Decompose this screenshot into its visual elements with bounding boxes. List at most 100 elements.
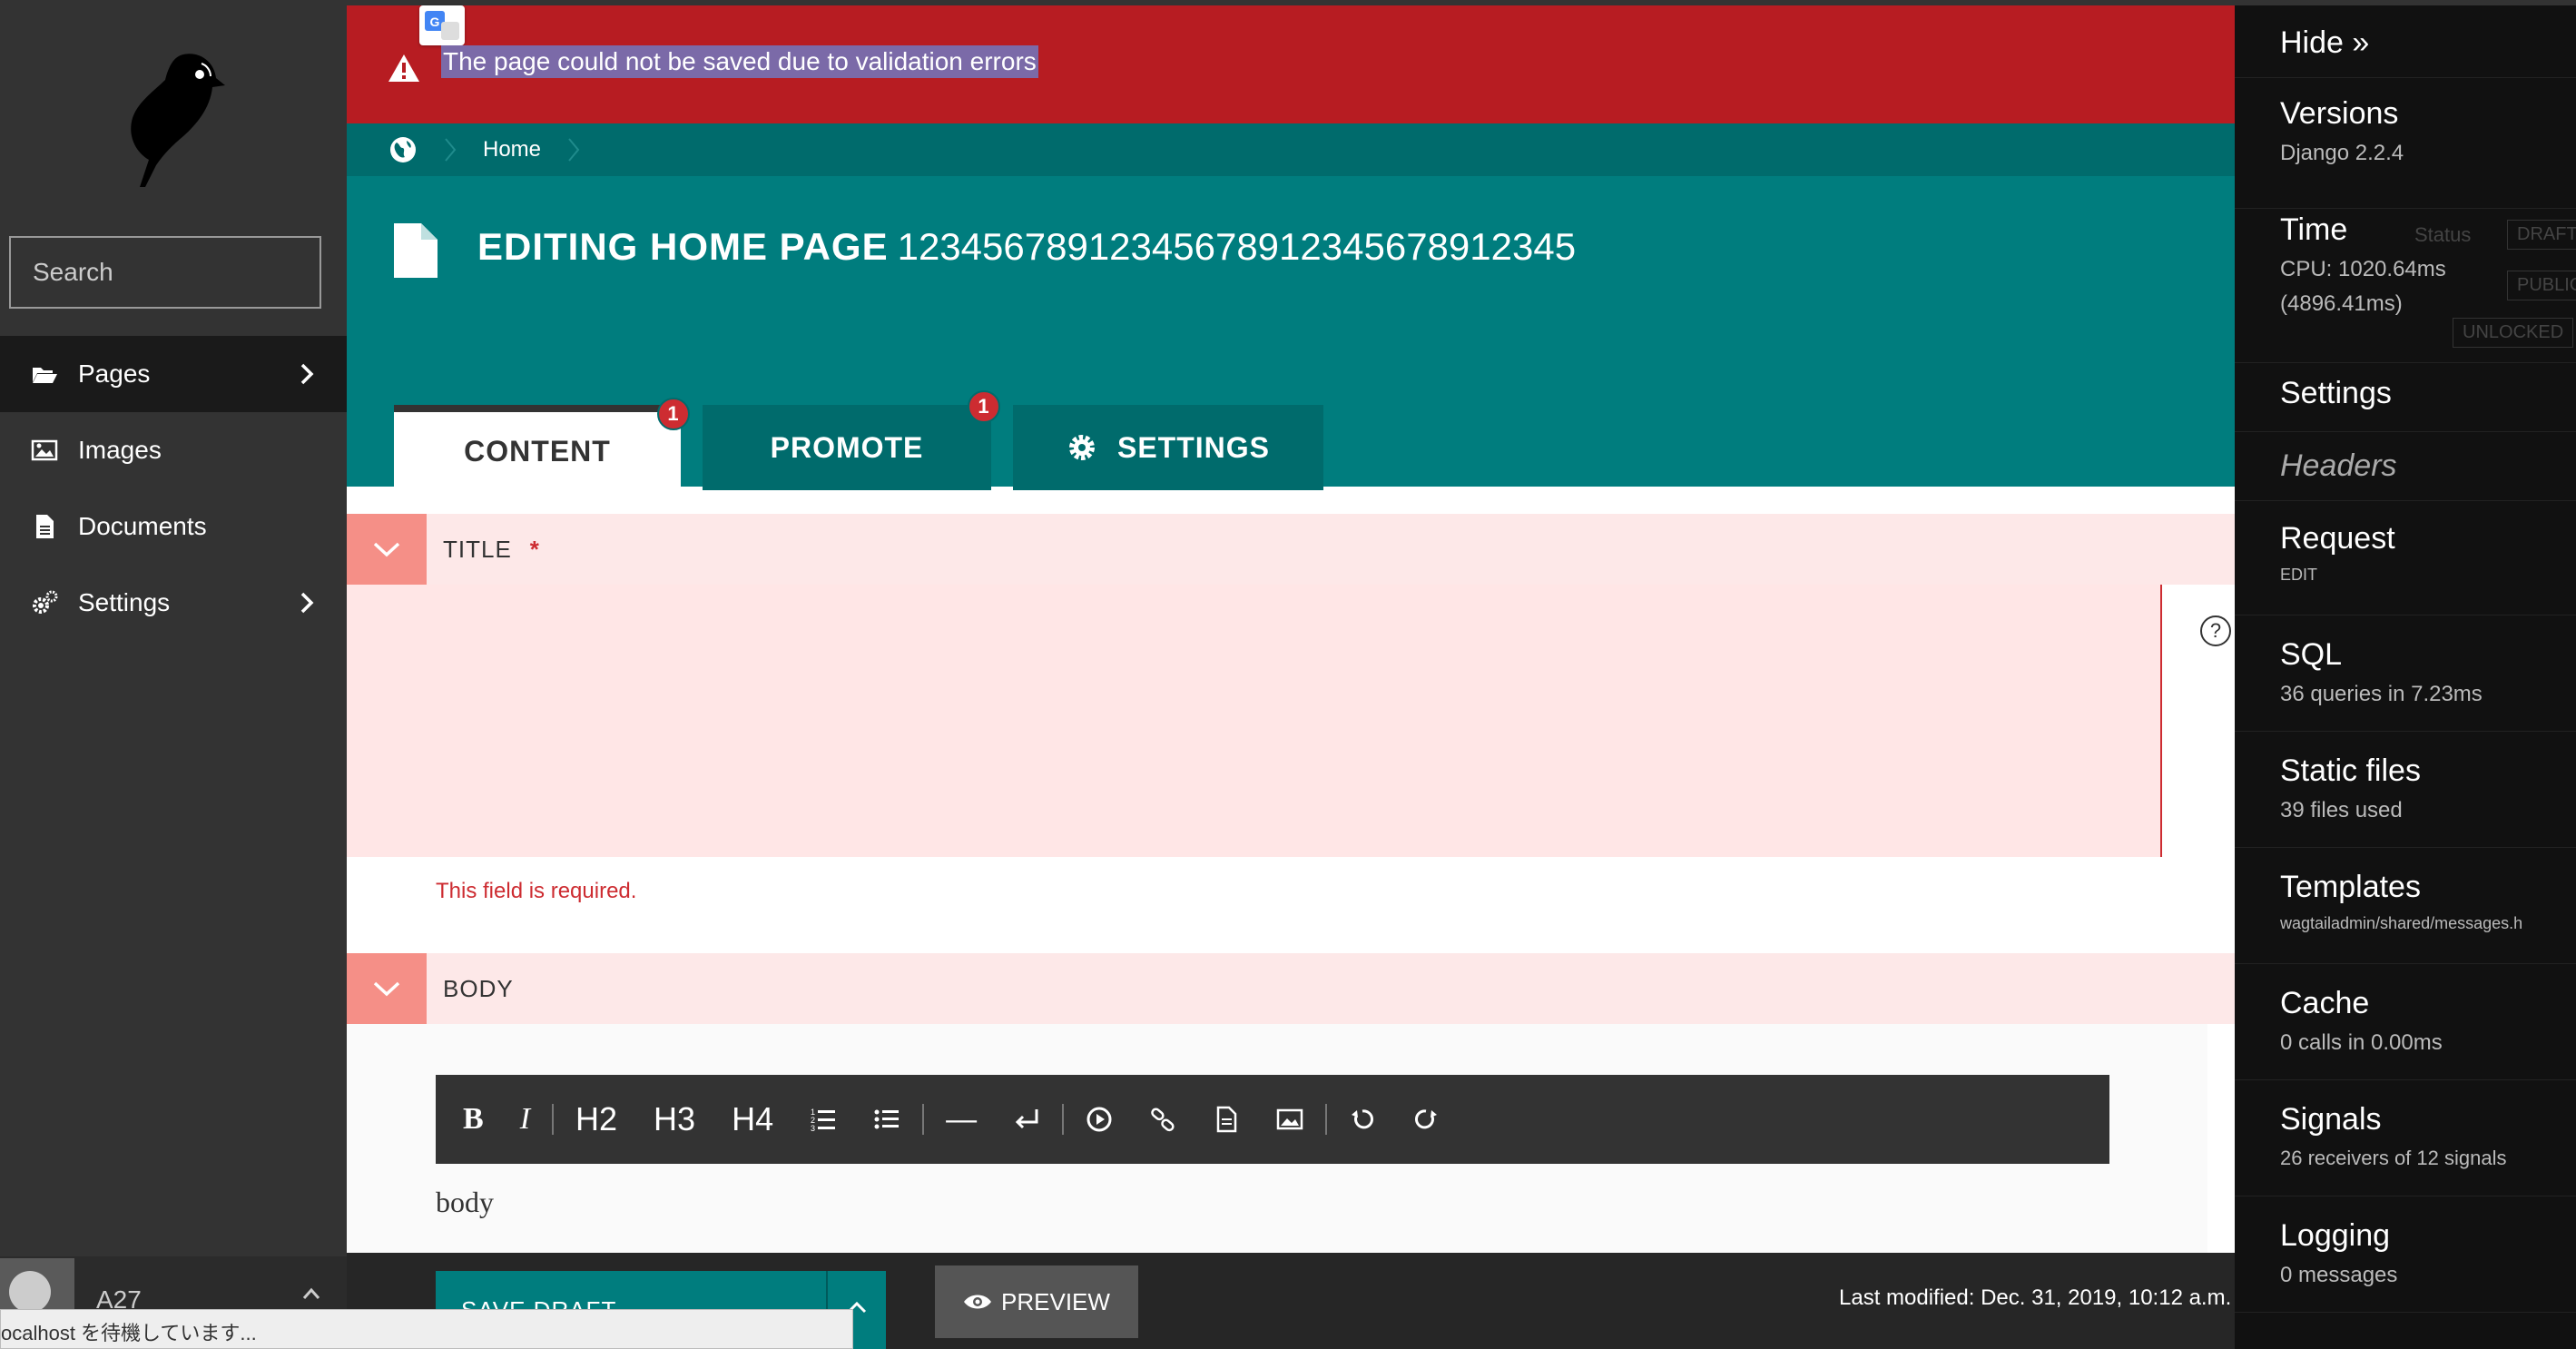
tab-bar: CONTENT 1 PROMOTE 1 SETTINGS bbox=[394, 390, 1345, 490]
panel-cache[interactable]: Cache 0 calls in 0.00ms bbox=[2235, 986, 2576, 1080]
collapse-toggle[interactable] bbox=[347, 953, 427, 1024]
translate-icon[interactable]: G bbox=[419, 5, 465, 45]
panel-settings[interactable]: Settings bbox=[2235, 376, 2576, 432]
hide-toolbar-button[interactable]: Hide » bbox=[2235, 25, 2576, 78]
panel-title: Cache bbox=[2280, 986, 2370, 1020]
svg-text:3: 3 bbox=[811, 1124, 815, 1133]
field-error: This field is required. bbox=[436, 879, 637, 903]
panel-subtitle: 39 files used bbox=[2280, 798, 2403, 822]
ordered-list-icon: 123 bbox=[811, 1108, 836, 1133]
tab-promote[interactable]: PROMOTE 1 bbox=[703, 390, 1000, 490]
menu-item-images[interactable]: Images bbox=[0, 412, 347, 488]
hide-label: Hide » bbox=[2280, 25, 2370, 60]
panel-signals[interactable]: Signals 26 receivers of 12 signals bbox=[2235, 1102, 2576, 1196]
ordered-list-button[interactable]: 123 bbox=[810, 1106, 837, 1133]
line-break-button[interactable] bbox=[1013, 1106, 1040, 1133]
page-header: Home EDITING HOME PAGE 123456789123456789… bbox=[347, 123, 2235, 490]
preview-button[interactable]: PREVIEW bbox=[935, 1265, 1138, 1338]
chevron-down-icon bbox=[373, 542, 400, 557]
panel-subtitle: 0 calls in 0.00ms bbox=[2280, 1030, 2443, 1055]
panel-subtitle: 26 receivers of 12 signals bbox=[2280, 1147, 2507, 1169]
horizontal-rule-button[interactable]: — bbox=[946, 1102, 977, 1137]
menu-item-label: Pages bbox=[78, 359, 151, 388]
undo-button[interactable] bbox=[1349, 1106, 1376, 1133]
panel-headers[interactable]: Headers bbox=[2235, 448, 2576, 501]
menu-item-pages[interactable]: Pages bbox=[0, 336, 347, 412]
redo-button[interactable] bbox=[1412, 1106, 1440, 1133]
wagtail-logo-icon[interactable] bbox=[100, 45, 227, 191]
chevron-down-icon bbox=[373, 981, 400, 997]
panel-subtitle: (4896.41ms) bbox=[2280, 291, 2403, 316]
h4-button[interactable]: H4 bbox=[732, 1100, 773, 1138]
italic-button[interactable]: I bbox=[520, 1102, 530, 1137]
panel-templates[interactable]: Templates wagtailadmin/shared/messages.h bbox=[2235, 870, 2576, 964]
globe-icon[interactable] bbox=[388, 135, 418, 164]
last-modified: Last modified: Dec. 31, 2019, 10:12 a.m.… bbox=[1839, 1285, 2303, 1310]
menu-item-label: Documents bbox=[78, 512, 207, 540]
required-marker: * bbox=[529, 536, 540, 563]
menu-item-documents[interactable]: Documents bbox=[0, 488, 347, 565]
browser-status-bar: ocalhost を待機しています... bbox=[0, 1309, 853, 1349]
body-editor-content[interactable]: body bbox=[436, 1186, 494, 1219]
redo-icon bbox=[1415, 1109, 1438, 1129]
toolbar-divider bbox=[552, 1104, 555, 1135]
page-title-value: 12345678912345678912345678912345 bbox=[897, 225, 1577, 268]
breadcrumb: Home bbox=[347, 123, 2235, 176]
search-input[interactable] bbox=[33, 258, 360, 287]
title-field-header: TITLE * bbox=[347, 514, 2235, 585]
panel-title: Request bbox=[2280, 521, 2395, 556]
breadcrumb-home[interactable]: Home bbox=[483, 137, 541, 162]
panel-logging[interactable]: Logging 0 messages bbox=[2235, 1218, 2576, 1313]
menu-item-label: Images bbox=[78, 436, 162, 464]
panel-title: SQL bbox=[2280, 637, 2343, 672]
menu-item-settings[interactable]: Settings bbox=[0, 565, 347, 641]
title-label-text: TITLE bbox=[443, 536, 512, 563]
tab-settings[interactable]: SETTINGS bbox=[1013, 405, 1323, 490]
panel-time[interactable]: Time CPU: 1020.64ms (4896.41ms) bbox=[2235, 212, 2576, 363]
embed-button[interactable] bbox=[1086, 1106, 1113, 1133]
h3-button[interactable]: H3 bbox=[654, 1100, 695, 1138]
search-box bbox=[9, 236, 360, 309]
image-icon bbox=[1276, 1108, 1303, 1130]
h2-button[interactable]: H2 bbox=[575, 1100, 617, 1138]
bold-button[interactable]: B bbox=[463, 1102, 484, 1137]
toolbar-divider bbox=[1325, 1104, 1328, 1135]
panel-title: Signals bbox=[2280, 1102, 2382, 1137]
collapse-toggle[interactable] bbox=[347, 514, 427, 585]
image-button[interactable] bbox=[1276, 1106, 1303, 1133]
panel-title: Static files bbox=[2280, 753, 2421, 788]
help-icon[interactable]: ? bbox=[2200, 615, 2231, 646]
panel-request[interactable]: Request EDIT bbox=[2235, 521, 2576, 615]
panel-title: Settings bbox=[2280, 376, 2392, 410]
media-icon bbox=[1086, 1107, 1112, 1132]
breadcrumb-separator-icon bbox=[568, 138, 580, 162]
panel-title: Logging bbox=[2280, 1218, 2391, 1253]
main-content: G The page could not be saved due to val… bbox=[347, 5, 2303, 1349]
gear-icon bbox=[1068, 435, 1095, 460]
title-input[interactable] bbox=[347, 585, 2162, 857]
debug-toolbar: Status DRAFT PUBLIC UNLOCKED Hide » Vers… bbox=[2235, 5, 2576, 1349]
chevron-right-icon bbox=[300, 363, 314, 385]
link-button[interactable] bbox=[1149, 1106, 1176, 1133]
panel-title: Time bbox=[2280, 212, 2348, 247]
tab-label: SETTINGS bbox=[1116, 430, 1270, 464]
document-link-button[interactable] bbox=[1213, 1106, 1240, 1133]
svg-text:G: G bbox=[430, 15, 440, 29]
page-icon bbox=[394, 223, 438, 278]
eye-icon bbox=[964, 1295, 992, 1309]
line-break-icon bbox=[1015, 1109, 1038, 1129]
tab-label: PROMOTE bbox=[770, 430, 924, 464]
bullet-list-icon bbox=[874, 1109, 900, 1129]
panel-static-files[interactable]: Static files 39 files used bbox=[2235, 753, 2576, 848]
toolbar-divider bbox=[1062, 1104, 1065, 1135]
tab-label: CONTENT bbox=[464, 434, 611, 468]
panel-subtitle: EDIT bbox=[2280, 566, 2318, 584]
bullet-list-button[interactable] bbox=[873, 1106, 900, 1133]
undo-icon bbox=[1352, 1109, 1374, 1129]
tab-content[interactable]: CONTENT 1 bbox=[394, 398, 690, 490]
document-icon bbox=[36, 515, 54, 538]
body-field-header: BODY bbox=[347, 953, 2235, 1024]
panel-versions[interactable]: Versions Django 2.2.4 bbox=[2235, 96, 2576, 209]
panel-sql[interactable]: SQL 36 queries in 7.23ms bbox=[2235, 637, 2576, 732]
chevron-up-icon bbox=[302, 1287, 320, 1299]
